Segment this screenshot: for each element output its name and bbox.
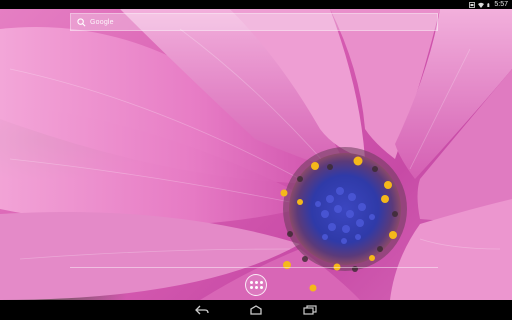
recents-button[interactable]	[303, 303, 317, 317]
search-icon	[77, 17, 86, 26]
wifi-icon	[478, 2, 485, 8]
clock: 5:57	[494, 1, 508, 8]
google-search-bar[interactable]: Google	[70, 13, 438, 31]
recents-icon	[303, 305, 317, 315]
home-screen: 5:57 Google	[0, 0, 512, 320]
battery-icon	[487, 2, 490, 7]
back-icon	[195, 305, 209, 315]
wallpaper	[0, 9, 512, 300]
status-bar: 5:57	[0, 0, 512, 9]
dock-divider	[70, 267, 438, 268]
home-button[interactable]	[249, 303, 263, 317]
all-apps-button[interactable]	[245, 274, 267, 296]
all-apps-icon	[249, 281, 253, 284]
navigation-bar	[0, 300, 512, 320]
home-icon	[250, 305, 262, 315]
screenshot-icon	[469, 1, 476, 8]
flower-image	[0, 9, 512, 300]
search-label: Google	[90, 18, 114, 26]
back-button[interactable]	[195, 303, 209, 317]
